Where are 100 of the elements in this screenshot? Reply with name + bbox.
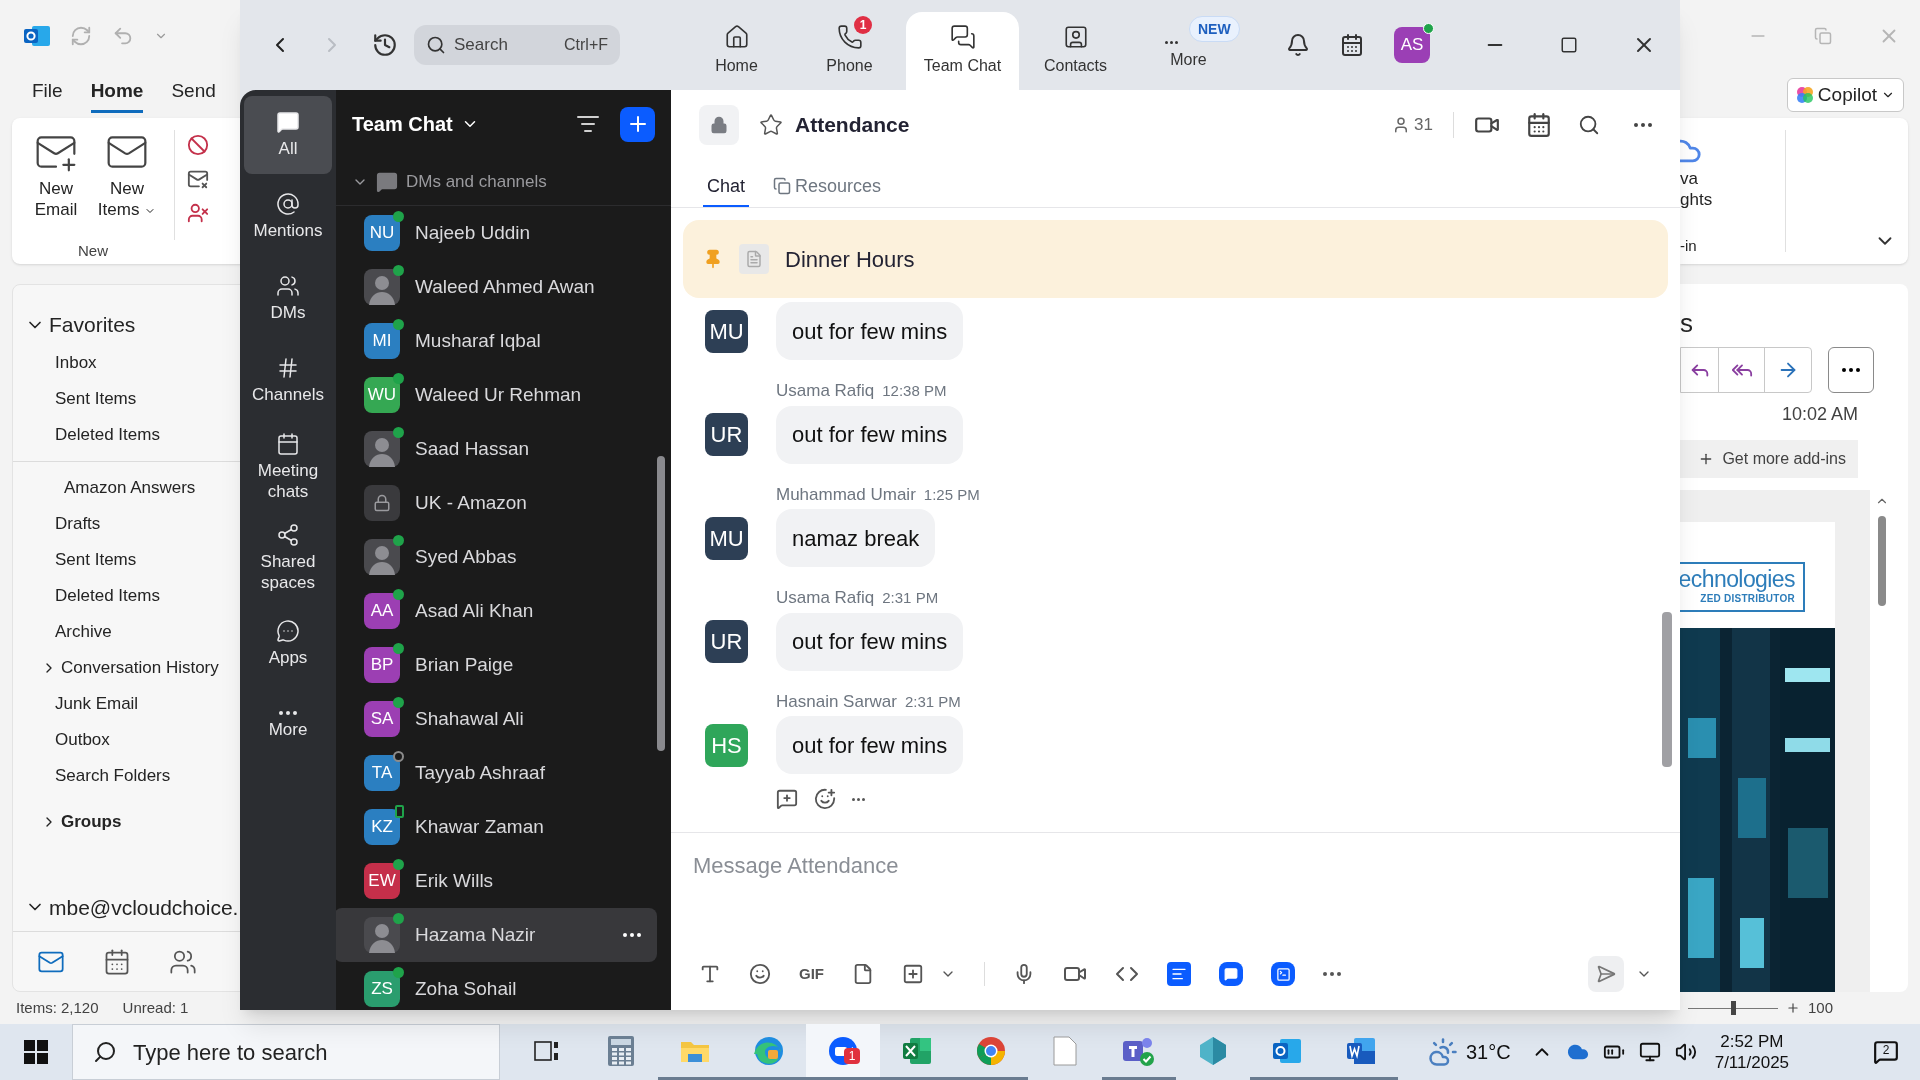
network-icon[interactable] [1638, 1041, 1661, 1063]
chat-item[interactable]: Saad Hassan [336, 422, 657, 476]
history-icon[interactable] [372, 32, 398, 58]
send-button[interactable] [1588, 956, 1624, 992]
reply-icon[interactable] [776, 788, 798, 810]
ribbon-tab[interactable]: File [32, 77, 63, 113]
account-header[interactable]: mbe@vcloudchoice. [13, 891, 240, 923]
folder-item[interactable]: Amazon Answers [13, 469, 240, 506]
calculator-icon[interactable] [608, 1035, 634, 1066]
app-icon[interactable] [1198, 1035, 1228, 1066]
chat-item[interactable]: Hazama Nazir [336, 908, 657, 962]
ribbon-tab[interactable]: Send [171, 77, 216, 113]
chat-item[interactable]: MI Musharaf Iqbal [336, 314, 657, 368]
maximize-icon[interactable] [1560, 36, 1578, 54]
weather-icon[interactable] [1428, 1037, 1458, 1067]
chat-item[interactable]: UK - Amazon [336, 476, 657, 530]
search-field[interactable]: Search Ctrl+F [414, 25, 620, 65]
folder-item[interactable]: Search Folders [13, 757, 240, 794]
sidebar-item[interactable]: DMs [244, 260, 332, 338]
browser-icon[interactable] [754, 1035, 784, 1066]
chat-item[interactable]: KZ Khawar Zaman [336, 800, 657, 854]
folder-item[interactable]: Deleted Items [13, 416, 240, 453]
spreadsheet-icon[interactable] [902, 1036, 932, 1065]
task-view-icon[interactable] [534, 1038, 560, 1063]
chat-item[interactable]: TA Tayyab Ashraaf [336, 746, 657, 800]
chat-item[interactable]: WU Waleed Ur Rehman [336, 368, 657, 422]
clock[interactable]: 2:52 PM 7/11/2025 [1714, 1030, 1790, 1074]
chat-item[interactable]: Waleed Ahmed Awan [336, 260, 657, 314]
taskbar-search-field[interactable]: Type here to search [72, 1024, 500, 1080]
ignore-icon[interactable] [187, 134, 209, 156]
sidebar-item[interactable]: All [244, 96, 332, 174]
text-format-icon[interactable] [699, 963, 721, 985]
calendar-icon[interactable] [1526, 112, 1552, 138]
chat-list-title[interactable]: Team Chat [352, 109, 479, 139]
members-button[interactable]: 31 [1392, 112, 1433, 138]
scrollbar-thumb[interactable] [1878, 516, 1886, 606]
scrollbar-thumb[interactable] [657, 456, 665, 751]
windows-logo-icon[interactable] [24, 1040, 48, 1064]
scrollbar-thumb[interactable] [1662, 612, 1672, 767]
copilot-button[interactable]: Copilot [1786, 78, 1904, 112]
favorites-header[interactable]: Favorites [13, 309, 240, 341]
chat-item[interactable]: EW Erik Wills [336, 854, 657, 908]
new-email-button[interactable]: New Email [28, 130, 84, 221]
nav-tab[interactable]: Team Chat [906, 12, 1019, 90]
screenshot-icon[interactable] [902, 963, 924, 985]
chat-item[interactable]: BP Brian Paige [336, 638, 657, 692]
nav-tab[interactable]: Contacts [1019, 12, 1132, 90]
folder-item[interactable]: Sent Items [13, 541, 240, 578]
mail-app-icon[interactable] [1272, 1036, 1302, 1065]
notification-button[interactable]: 2 [1872, 1039, 1900, 1065]
more-button[interactable] [1828, 347, 1874, 393]
folder-item[interactable]: Drafts [13, 505, 240, 542]
channel-tab[interactable]: Chat [703, 167, 750, 207]
zoom-slider[interactable] [1688, 1001, 1778, 1015]
new-items-button[interactable]: New Items [96, 130, 158, 221]
calendar-icon[interactable] [103, 947, 131, 976]
folder-item[interactable]: Archive [13, 613, 240, 650]
chat-item[interactable]: Syed Abbas [336, 530, 657, 584]
search-icon[interactable] [1578, 114, 1600, 136]
block-user-icon[interactable] [187, 202, 209, 224]
chat-item[interactable]: ZS Zoha Sohail [336, 962, 657, 1010]
app-icon[interactable] [1271, 962, 1295, 986]
browser-icon[interactable] [976, 1035, 1006, 1066]
app-icon[interactable] [1167, 962, 1191, 986]
volume-icon[interactable] [1674, 1041, 1697, 1063]
folder-item[interactable]: Inbox [13, 344, 240, 381]
sidebar-item[interactable]: Mentions [244, 178, 332, 256]
search-input[interactable]: Search [454, 32, 534, 58]
emoji-icon[interactable] [749, 963, 771, 985]
sidebar-item[interactable]: Apps [244, 605, 332, 683]
more-icon[interactable] [1634, 123, 1652, 127]
new-chat-button[interactable] [620, 106, 655, 142]
sidebar-item[interactable]: Shared spaces [244, 514, 332, 601]
folder-item[interactable]: Sent Items [13, 380, 240, 417]
file-icon[interactable] [852, 963, 874, 985]
message-input[interactable]: Message Attendance [671, 833, 1680, 946]
zoom-in-icon[interactable] [1786, 1001, 1800, 1015]
search-input[interactable]: Type here to search [133, 1035, 433, 1069]
slider-thumb[interactable] [1730, 1001, 1736, 1015]
add-reaction-icon[interactable] [814, 788, 836, 810]
more-icon[interactable] [623, 933, 641, 937]
section-header[interactable]: DMs and channels [336, 158, 671, 206]
ribbon-tab[interactable]: Home [90, 77, 144, 113]
gif-button[interactable]: GIF [799, 962, 824, 986]
weather-temperature[interactable]: 31°C [1466, 1037, 1511, 1067]
nav-tab[interactable]: NEW More [1132, 12, 1245, 90]
more-icon[interactable] [1323, 972, 1341, 976]
calendar-icon[interactable] [1340, 33, 1364, 57]
folder-item[interactable]: Junk Email [13, 685, 240, 722]
sidebar-item[interactable]: Channels [244, 342, 332, 420]
app-icon[interactable] [1219, 962, 1243, 986]
nav-tab[interactable]: Phone 1 [793, 12, 906, 90]
delete-mail-icon[interactable] [187, 168, 209, 190]
document-app-icon[interactable] [1346, 1036, 1376, 1065]
bell-icon[interactable] [1286, 33, 1310, 57]
folder-item[interactable]: Outbox [13, 721, 240, 758]
pinned-banner[interactable]: Dinner Hours [683, 220, 1668, 298]
more-icon[interactable] [852, 797, 865, 801]
get-add-ins-button[interactable]: Get more add-ins [1680, 440, 1858, 478]
star-icon[interactable] [759, 113, 783, 137]
